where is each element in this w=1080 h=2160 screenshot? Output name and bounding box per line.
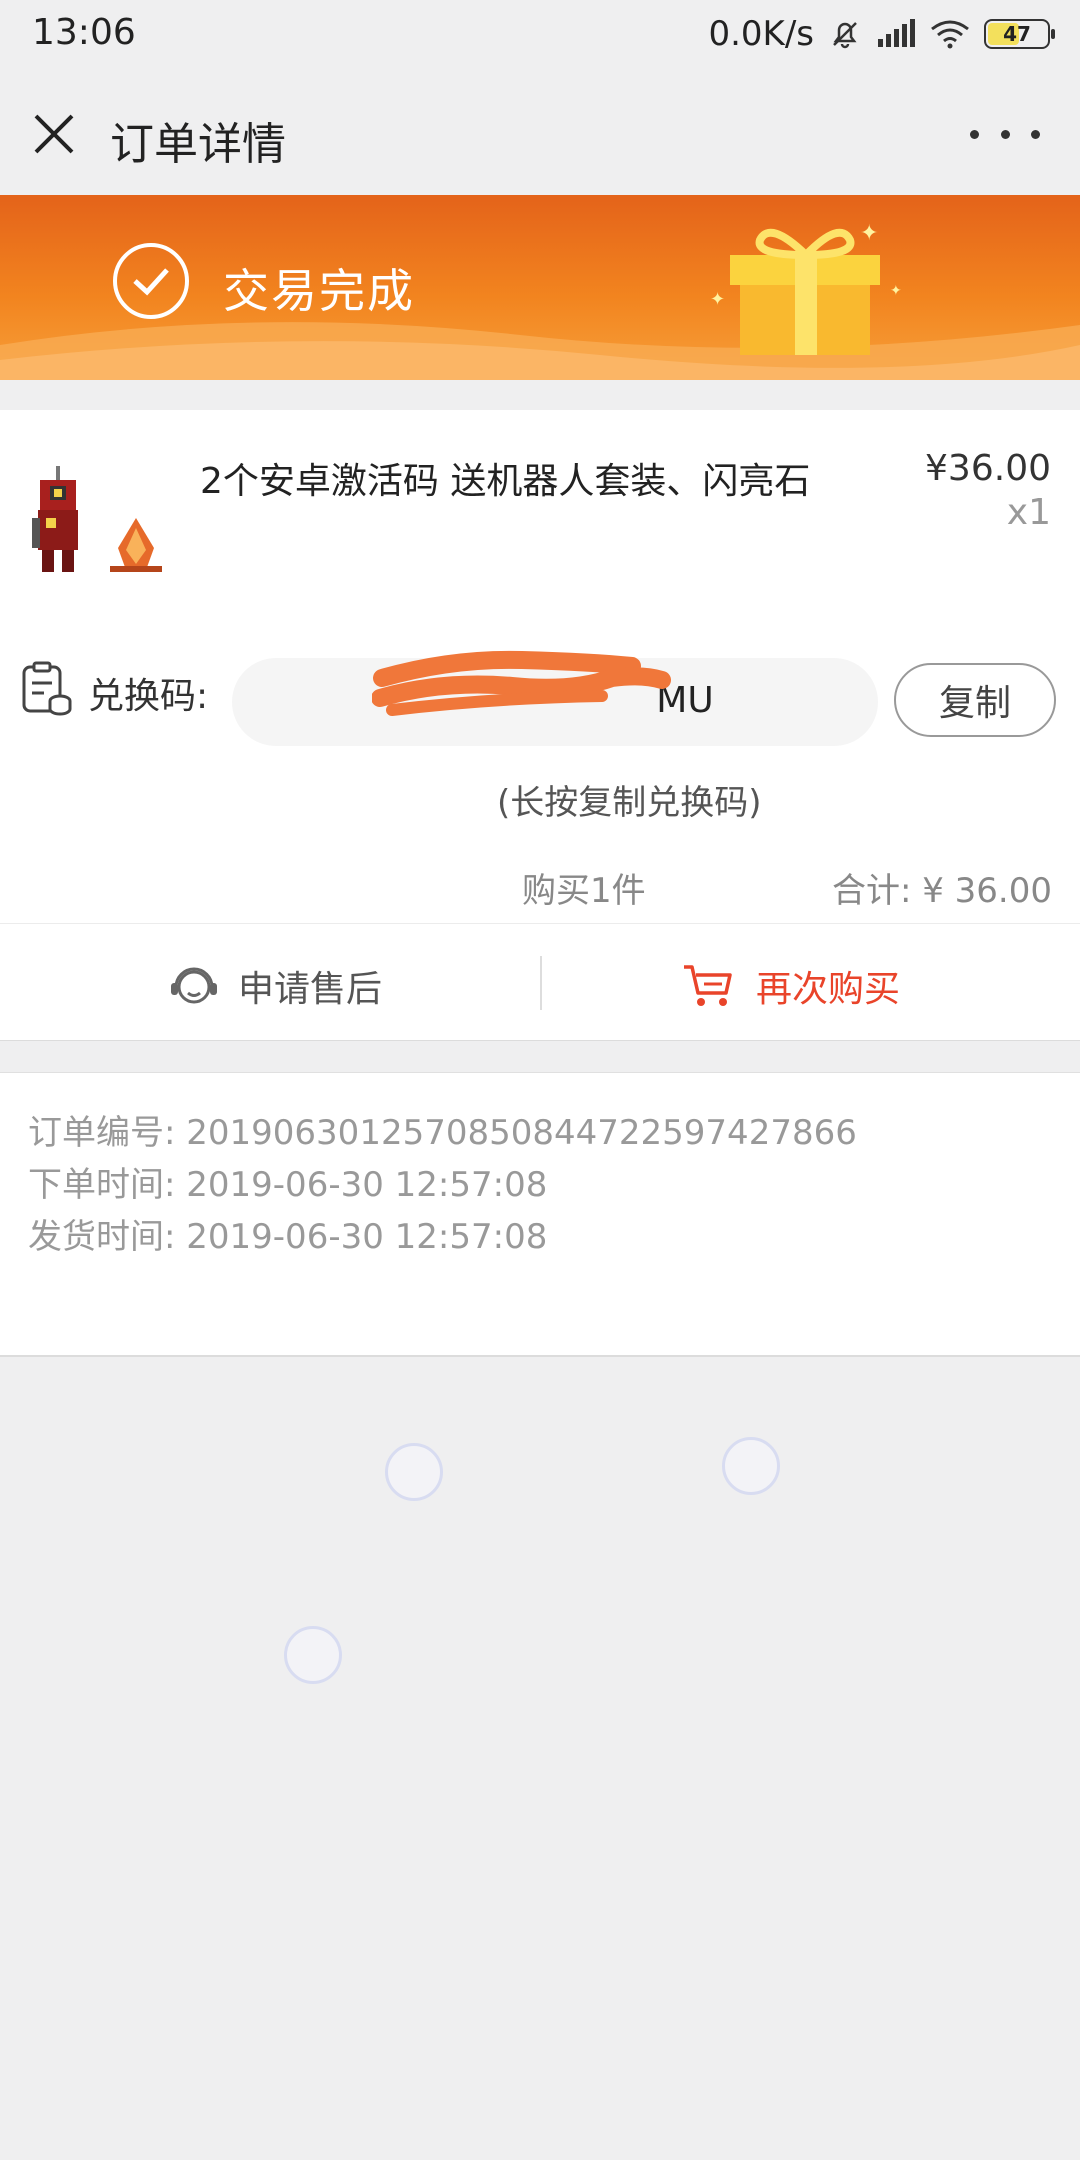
- redeem-code-field[interactable]: MU: [232, 650, 878, 746]
- order-number: 订单编号: 2019063012570850844722597427866: [28, 1113, 857, 1153]
- gift-icon: ✦ ✦ ✦: [710, 221, 902, 355]
- page-title: 订单详情: [110, 119, 286, 170]
- svg-text:✦: ✦: [710, 289, 725, 310]
- touch-indicator: [284, 1626, 342, 1684]
- close-icon[interactable]: [26, 106, 82, 162]
- status-icons: 0.0K/s 47: [708, 12, 1055, 56]
- order-actions: 申请售后 再次购买: [0, 924, 1080, 1041]
- status-bar: 13:06 0.0K/s 47: [0, 0, 1080, 70]
- redeem-hint: (长按复制兑换码): [497, 783, 762, 823]
- svg-text:✦: ✦: [890, 283, 902, 299]
- headset-icon: [171, 967, 217, 1004]
- order-summary: 购买1件 合计: ¥ 36.00: [0, 843, 1080, 924]
- redeem-code-label: 兑换码:: [88, 676, 209, 717]
- item-count: 购买1件: [522, 871, 646, 911]
- redeem-code-section: 兑换码: MU 复制 (长按复制兑换码): [0, 625, 1080, 844]
- product-title: 2个安卓激活码 送机器人套装、闪亮石: [200, 461, 811, 502]
- battery-icon: 47: [984, 19, 1055, 49]
- order-time: 下单时间: 2019-06-30 12:57:08: [28, 1165, 548, 1205]
- svg-text:✦: ✦: [860, 221, 878, 246]
- buy-again-button[interactable]: 再次购买: [682, 960, 900, 1012]
- cart-icon: [684, 965, 732, 1006]
- net-speed: 0.0K/s: [708, 14, 814, 54]
- product-image: [32, 466, 162, 572]
- copy-button[interactable]: 复制: [894, 663, 1056, 737]
- after-sale-button[interactable]: 申请售后: [168, 960, 382, 1012]
- product-quantity: x1: [1006, 492, 1051, 533]
- more-icon[interactable]: [970, 114, 1040, 154]
- clipboard-coupon-icon: [22, 661, 72, 716]
- product-price: ¥36.00: [925, 448, 1051, 489]
- redaction-scribble: [372, 650, 671, 716]
- order-total: 合计: ¥ 36.00: [831, 871, 1052, 911]
- wifi-icon: [931, 20, 969, 49]
- actions-divider: [540, 956, 542, 1010]
- signal-icon: [878, 19, 915, 47]
- check-circle-icon: [113, 243, 189, 319]
- buy-again-label: 再次购买: [756, 969, 901, 1010]
- product-card[interactable]: 2个安卓激活码 送机器人套装、闪亮石 ¥36.00 x1: [0, 410, 1080, 626]
- ship-time: 发货时间: 2019-06-30 12:57:08: [28, 1217, 548, 1257]
- touch-indicator: [722, 1437, 780, 1495]
- nav-bar: 订单详情: [0, 70, 1080, 196]
- order-status-text: 交易完成: [223, 264, 415, 318]
- touch-indicator: [385, 1443, 443, 1501]
- status-banner: 交易完成 ✦ ✦ ✦: [0, 195, 1080, 380]
- order-info: 订单编号: 2019063012570850844722597427866 下单…: [0, 1072, 1080, 1357]
- bell-off-icon: [833, 22, 857, 49]
- status-time: 13:06: [32, 12, 136, 53]
- after-sale-label: 申请售后: [238, 969, 383, 1010]
